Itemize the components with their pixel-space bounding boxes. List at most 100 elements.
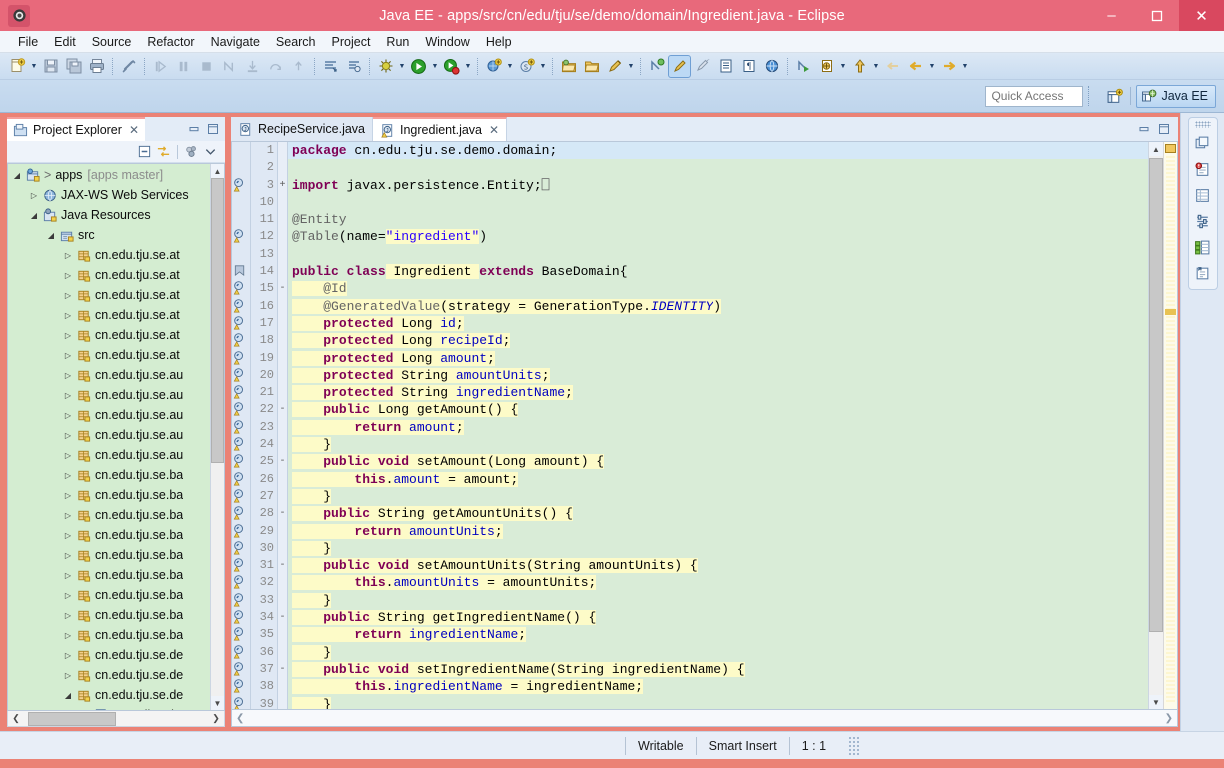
tree-item[interactable]: ▷ cn.edu.tju.se.au	[8, 385, 210, 405]
open-folder-icon[interactable]	[581, 56, 602, 77]
link-broken-icon[interactable]	[118, 56, 139, 77]
tree-item[interactable]: ▷ cn.edu.tju.se.at	[8, 345, 210, 365]
code-line[interactable]: }	[288, 488, 1148, 505]
maximize-icon[interactable]	[204, 121, 221, 138]
fold-toggle[interactable]: -	[278, 505, 287, 522]
perspective-java-ee[interactable]: Java EE	[1136, 84, 1216, 108]
tree-item[interactable]: ◢ > apps [apps master]	[8, 165, 210, 185]
run-server-dropdown-arrow[interactable]: ▼	[463, 56, 473, 77]
web-browser-icon[interactable]	[761, 56, 782, 77]
minimize-icon[interactable]	[1135, 121, 1152, 138]
marker-slot[interactable]	[232, 678, 250, 695]
status-resize-grip[interactable]	[848, 736, 861, 755]
code-line[interactable]	[288, 246, 1148, 263]
marker-slot[interactable]	[232, 505, 250, 522]
twisty-collapsed-icon[interactable]: ▷	[61, 308, 75, 322]
next-annotation-icon[interactable]	[692, 56, 713, 77]
chevron-down-icon[interactable]	[202, 143, 219, 160]
marker-slot[interactable]	[232, 298, 250, 315]
fold-toggle[interactable]: -	[278, 401, 287, 418]
marker-slot[interactable]	[232, 384, 250, 401]
twisty-expanded-icon[interactable]: ◢	[61, 688, 75, 702]
marker-slot[interactable]	[232, 661, 250, 678]
overview-ruler[interactable]	[1163, 142, 1177, 709]
tree-item[interactable]: ▷ cn.edu.tju.se.au	[8, 365, 210, 385]
marker-slot[interactable]	[232, 609, 250, 626]
twisty-collapsed-icon[interactable]: ▷	[61, 488, 75, 502]
previous-edit-dropdown-arrow[interactable]: ▼	[838, 56, 848, 77]
marker-slot[interactable]	[232, 315, 250, 332]
tab-project-explorer[interactable]: Project Explorer ✕	[7, 117, 145, 141]
fold-toggle[interactable]: -	[278, 453, 287, 470]
new-java-project-dropdown-arrow[interactable]: ▼	[505, 56, 515, 77]
marker-slot[interactable]	[232, 436, 250, 453]
code-line[interactable]: @Id	[288, 280, 1148, 297]
twisty-collapsed-icon[interactable]: ▷	[61, 648, 75, 662]
menu-run[interactable]: Run	[378, 33, 417, 51]
marker-slot[interactable]	[232, 644, 250, 661]
tree-item[interactable]: ▷ cn.edu.tju.se.at	[8, 325, 210, 345]
twisty-collapsed-icon[interactable]: ▷	[78, 708, 92, 710]
tree-item[interactable]: ▷ cn.edu.tju.se.ba	[8, 545, 210, 565]
project-tree[interactable]: ◢ > apps [apps master] ▷ JAX-WS Web Services ◢…	[8, 164, 210, 710]
marker-slot[interactable]	[232, 419, 250, 436]
twisty-collapsed-icon[interactable]: ▷	[27, 188, 41, 202]
code-line[interactable]: public Long getAmount() {	[288, 401, 1148, 418]
code-line[interactable]: }	[288, 592, 1148, 609]
code-line[interactable]: this.amount = amount;	[288, 471, 1148, 488]
scroll-left-icon[interactable]: ❮	[236, 713, 244, 724]
outline-ruler-icon[interactable]	[715, 56, 736, 77]
marker-slot[interactable]	[232, 471, 250, 488]
disconnect-icon[interactable]	[219, 56, 240, 77]
twisty-collapsed-icon[interactable]: ▷	[61, 328, 75, 342]
scroll-left-arrow[interactable]: ❮	[8, 712, 24, 726]
code-line[interactable]: @Entity	[288, 211, 1148, 228]
marker-slot[interactable]	[232, 263, 250, 280]
code-line[interactable]: this.ingredientName = ingredientName;	[288, 678, 1148, 695]
open-type-icon[interactable]	[320, 56, 341, 77]
menu-search[interactable]: Search	[268, 33, 324, 51]
source-code[interactable]: package cn.edu.tju.se.demo.domain; impor…	[288, 142, 1148, 709]
tree-item[interactable]: ▷ cn.edu.tju.se.ba	[8, 485, 210, 505]
marker-slot[interactable]	[232, 211, 250, 228]
twisty-expanded-icon[interactable]: ◢	[27, 208, 41, 222]
code-line[interactable]: protected Long id;	[288, 315, 1148, 332]
hscroll-track[interactable]	[24, 711, 208, 726]
code-line[interactable]: }	[288, 436, 1148, 453]
data-source-icon[interactable]	[1191, 235, 1215, 259]
code-line[interactable]: protected Long amount;	[288, 350, 1148, 367]
close-window-button[interactable]: ✕	[1179, 0, 1224, 31]
twisty-expanded-icon[interactable]: ◢	[44, 228, 58, 242]
fold-toggle[interactable]: -	[278, 557, 287, 574]
twisty-collapsed-icon[interactable]: ▷	[61, 608, 75, 622]
scroll-thumb[interactable]	[1149, 158, 1163, 633]
tree-item[interactable]: ▷ cn.edu.tju.se.au	[8, 445, 210, 465]
fast-view-drag-handle[interactable]	[1194, 121, 1211, 128]
last-edit-dropdown-arrow[interactable]: ▼	[871, 56, 881, 77]
editor-horizontal-scrollbar[interactable]: ❮ ❯	[231, 710, 1178, 727]
forward-icon[interactable]	[938, 56, 959, 77]
code-line[interactable]: }	[288, 696, 1148, 709]
scroll-right-arrow[interactable]: ❯	[208, 712, 224, 726]
scroll-right-icon[interactable]: ❯	[1165, 713, 1173, 724]
open-task-icon[interactable]	[343, 56, 364, 77]
scroll-up-arrow[interactable]: ▲	[211, 164, 224, 178]
open-perspective-icon[interactable]	[558, 56, 579, 77]
run-server-icon[interactable]	[441, 56, 462, 77]
tree-item[interactable]: ▷ cn.edu.tju.se.de	[8, 645, 210, 665]
open-perspective-button[interactable]	[1103, 85, 1125, 107]
marker-slot[interactable]	[232, 523, 250, 540]
tree-horizontal-scrollbar[interactable]: ❮ ❯	[7, 711, 225, 727]
menu-refactor[interactable]: Refactor	[139, 33, 202, 51]
resume-icon[interactable]	[150, 56, 171, 77]
marker-ruler[interactable]	[232, 142, 251, 709]
suspend-icon[interactable]	[173, 56, 194, 77]
marker-slot[interactable]	[232, 626, 250, 643]
editor-tab[interactable]: J Ingredient.java ✕	[373, 117, 508, 141]
focus-task-icon[interactable]	[183, 143, 200, 160]
editor-tab[interactable]: J RecipeService.java	[231, 117, 373, 141]
twisty-collapsed-icon[interactable]: ▷	[61, 368, 75, 382]
marker-slot[interactable]	[232, 574, 250, 591]
new-wizard-icon[interactable]	[7, 56, 28, 77]
menu-window[interactable]: Window	[417, 33, 477, 51]
